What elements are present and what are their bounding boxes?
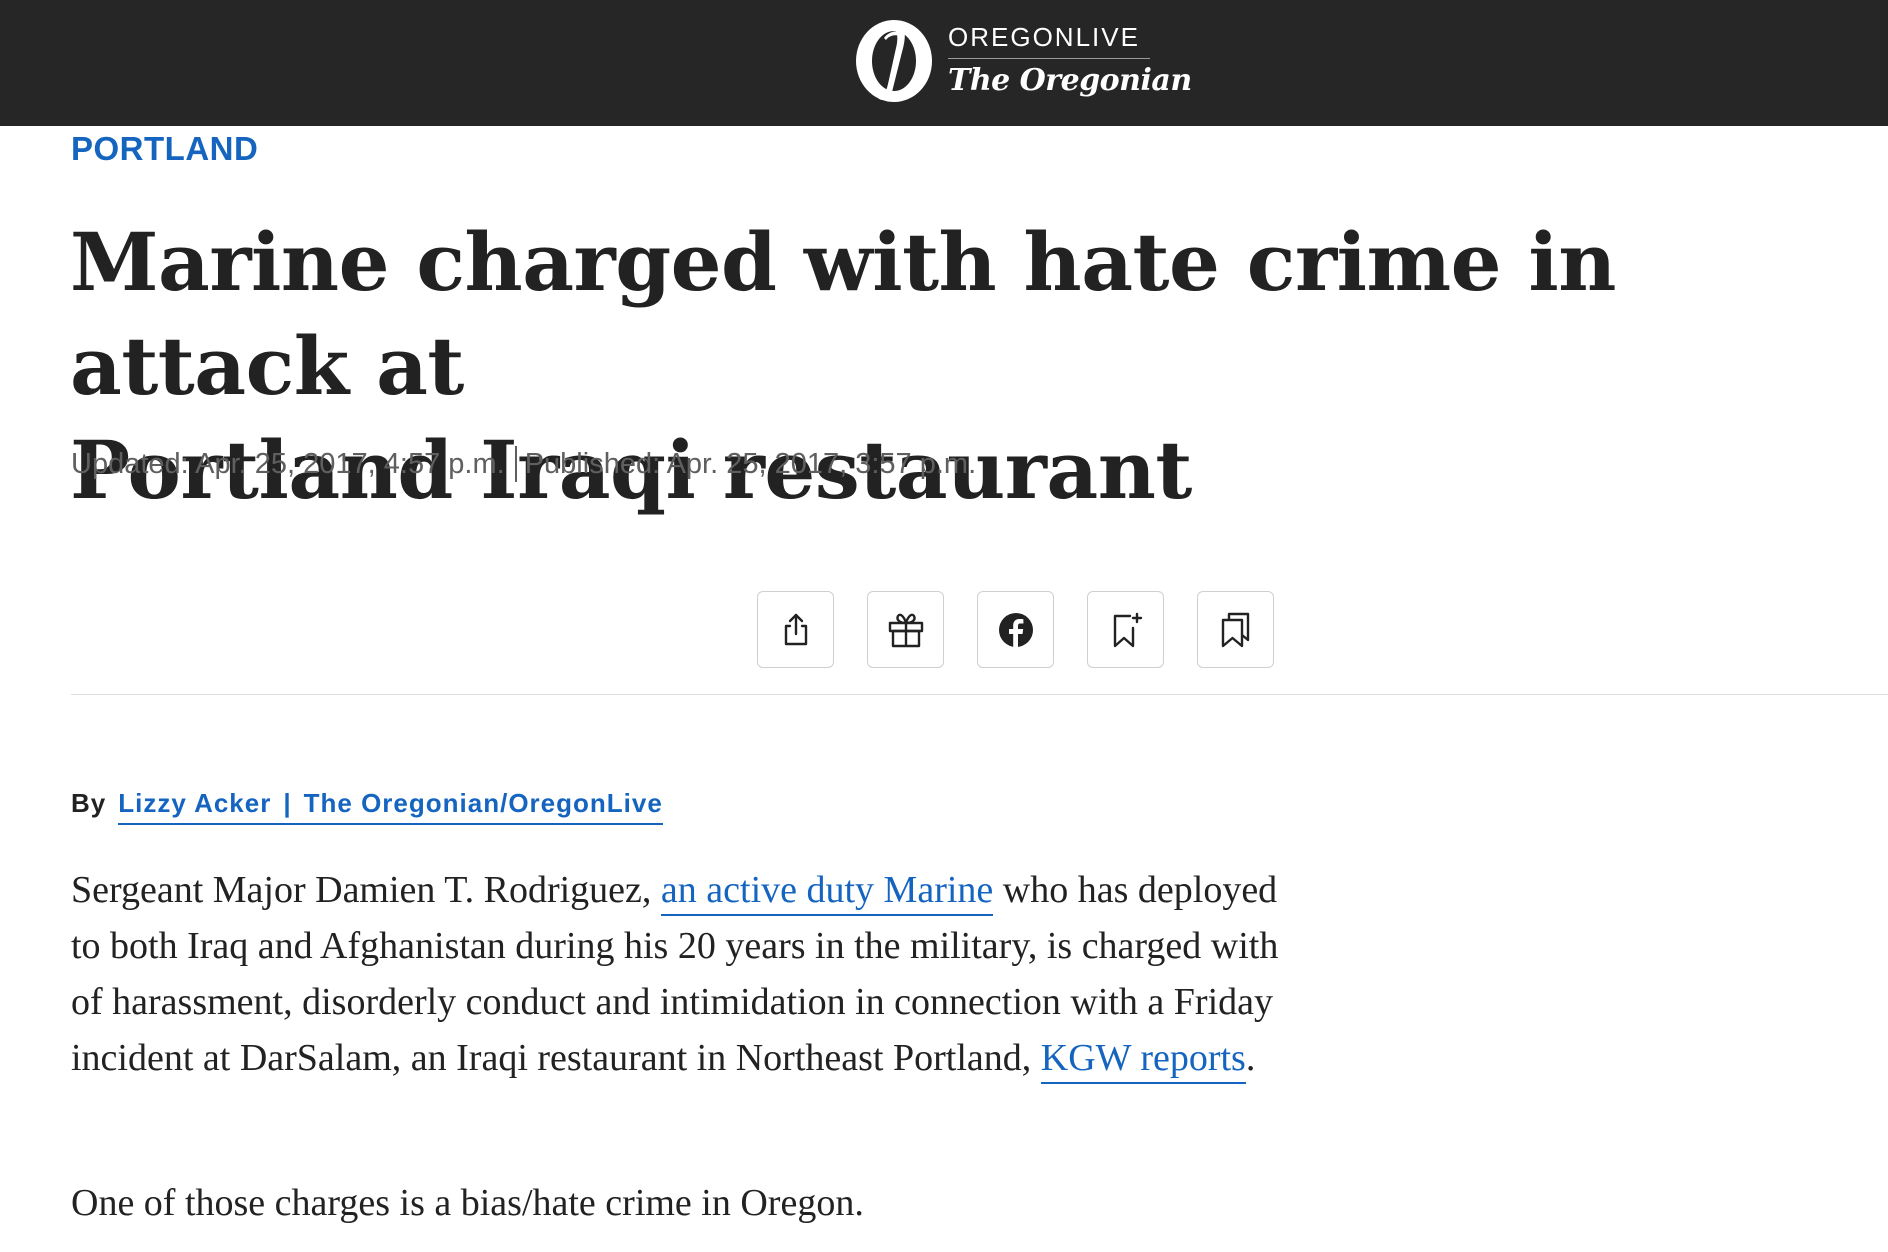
toolbar-divider [71,694,1888,695]
kgw-reports-link[interactable]: KGW reports [1040,1037,1246,1084]
facebook-icon [998,612,1033,647]
site-logo[interactable]: OREGONLIVE The Oregonian [854,18,1192,104]
bookmark-add-icon [1113,612,1142,647]
saved-bookmarks-button[interactable] [1197,591,1274,668]
article-action-toolbar [757,591,1274,668]
article-paragraph-2: One of those charges is a bias/hate crim… [71,1182,864,1224]
article-timestamps: Updated: Apr. 25, 2017, 4:57 p.m. Publis… [71,446,976,482]
oregonian-logo-icon [856,20,932,102]
share-icon [784,613,807,645]
byline-separator: | [283,788,292,818]
published-timestamp: Published: Apr. 25, 2017, 3:57 p.m. [524,447,977,480]
section-link-portland[interactable]: PORTLAND [71,130,258,168]
byline: By Lizzy Acker | The Oregonian/OregonLive [71,788,663,825]
facebook-share-button[interactable] [977,591,1054,668]
author-name: Lizzy Acker [118,788,272,818]
paragraph-1-text-start: Sergeant Major Damien T. Rodriguez, [71,869,661,911]
share-button[interactable] [757,591,834,668]
updated-timestamp: Updated: Apr. 25, 2017, 4:57 p.m. [71,447,505,480]
headline-line-1: Marine charged with hate crime in attack… [70,215,1616,413]
active-duty-marine-link[interactable]: an active duty Marine [660,869,994,916]
logo-oregonlive-text: OREGONLIVE [948,22,1150,59]
logo-oregonian-text: The Oregonian [948,62,1192,98]
gift-icon [888,613,923,647]
bookmarks-icon [1221,612,1249,647]
author-organization: The Oregonian/OregonLive [303,788,663,818]
byline-prefix: By [71,788,107,818]
site-header: OREGONLIVE The Oregonian [0,0,1888,126]
timestamp-divider [514,446,517,482]
save-bookmark-button[interactable] [1087,591,1164,668]
author-link[interactable]: Lizzy Acker | The Oregonian/OregonLive [118,788,663,825]
gift-article-button[interactable] [867,591,944,668]
paragraph-1-text-end: . [1245,1037,1256,1079]
article-paragraph-1: Sergeant Major Damien T. Rodriguez, an a… [71,862,1311,1086]
